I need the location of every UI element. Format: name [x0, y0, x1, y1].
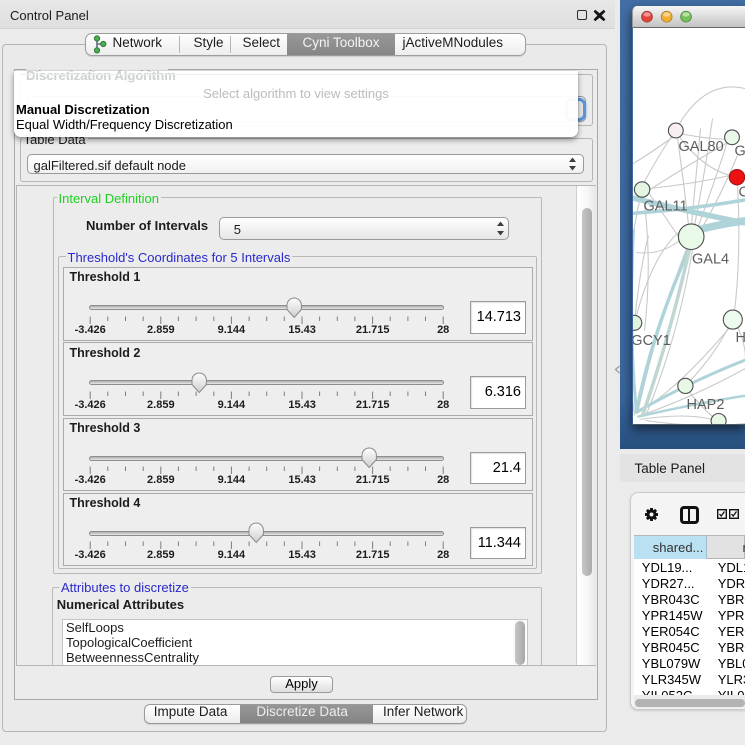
svg-text:GAL11: GAL11	[643, 198, 687, 214]
svg-text:C: C	[738, 184, 745, 200]
svg-text:H: H	[735, 330, 745, 346]
svg-text:GAL80: GAL80	[678, 139, 723, 155]
svg-text:GAL4: GAL4	[692, 251, 729, 267]
svg-text:HAP2: HAP2	[686, 397, 724, 413]
svg-text:GCY1: GCY1	[633, 333, 671, 349]
svg-text:GA: GA	[734, 143, 745, 159]
